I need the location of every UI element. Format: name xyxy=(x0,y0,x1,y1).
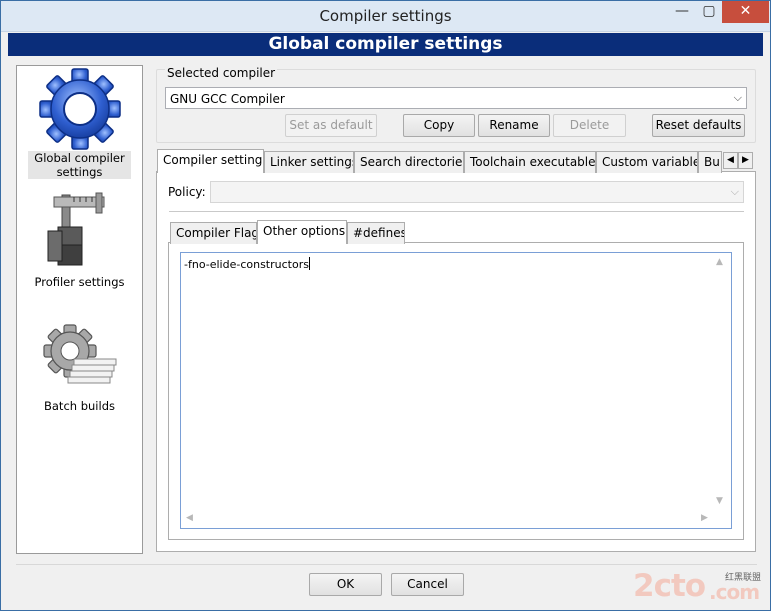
ok-button[interactable]: OK xyxy=(309,573,382,596)
maximize-button[interactable]: ▢ xyxy=(696,1,722,23)
page-title: Global compiler settings xyxy=(8,33,763,56)
tab-search-directories[interactable]: Search directories xyxy=(354,151,464,173)
tab-compiler-flags[interactable]: Compiler Flags xyxy=(170,222,257,244)
copy-button[interactable]: Copy xyxy=(403,114,475,137)
sidebar-item-label: Profiler settings xyxy=(34,275,125,289)
text-caret xyxy=(308,257,310,270)
compiler-settings-window: Compiler settings — ▢ ✕ Global compiler … xyxy=(0,0,771,611)
tab-scroll-left-icon[interactable]: ◀ xyxy=(723,152,738,169)
tab-compiler-settings[interactable]: Compiler settings xyxy=(157,149,264,173)
tab-build-options[interactable]: Bui xyxy=(698,151,722,173)
rename-button[interactable]: Rename xyxy=(478,114,550,137)
batch-gear-icon xyxy=(42,324,116,384)
window-title: Compiler settings xyxy=(319,7,452,25)
compiler-select-value: GNU GCC Compiler xyxy=(170,92,285,106)
delete-button[interactable]: Delete xyxy=(553,114,626,137)
tab-scroll-right-icon[interactable]: ▶ xyxy=(738,152,753,169)
compiler-select[interactable]: GNU GCC Compiler ⌵ xyxy=(165,87,747,109)
policy-label: Policy: xyxy=(168,185,206,199)
close-button[interactable]: ✕ xyxy=(722,1,769,23)
policy-select[interactable]: ⌵ xyxy=(210,181,744,203)
sidebar-item-label: Batch builds xyxy=(44,399,115,413)
tab-custom-variables[interactable]: Custom variables xyxy=(596,151,698,173)
tab-other-options[interactable]: Other options xyxy=(257,220,347,244)
scroll-left-icon[interactable]: ◀ xyxy=(186,513,193,523)
scroll-right-icon[interactable]: ▶ xyxy=(701,513,708,523)
scroll-down-icon[interactable]: ▼ xyxy=(716,496,723,506)
chevron-down-icon: ⌵ xyxy=(730,185,739,198)
title-bar[interactable]: Compiler settings — ▢ ✕ xyxy=(1,1,770,32)
cancel-button[interactable]: Cancel xyxy=(391,573,464,596)
divider xyxy=(169,211,744,212)
minimize-button[interactable]: — xyxy=(668,1,696,23)
sidebar-item-global-compiler[interactable]: Global compiler settings xyxy=(28,67,131,179)
other-options-editor[interactable]: -fno-elide-constructors ▲ ▼ ◀ ▶ xyxy=(180,252,732,529)
editor-content: -fno-elide-constructors xyxy=(184,258,309,271)
editor-text-line: -fno-elide-constructors xyxy=(184,257,310,271)
selected-compiler-label: Selected compiler xyxy=(165,66,278,80)
tab-linker-settings[interactable]: Linker settings xyxy=(264,151,354,173)
gear-icon xyxy=(38,68,121,150)
set-as-default-button[interactable]: Set as default xyxy=(285,114,377,137)
tab-defines[interactable]: #defines xyxy=(347,222,405,244)
watermark-main: 2cto xyxy=(633,568,706,604)
watermark-domain: .com xyxy=(709,580,760,604)
chevron-down-icon: ⌵ xyxy=(733,91,742,104)
watermark-logo: 2cto 红黑联盟 .com xyxy=(633,568,770,608)
reset-defaults-button[interactable]: Reset defaults xyxy=(652,114,745,137)
sidebar-item-profiler[interactable]: Profiler settings xyxy=(28,191,131,289)
scroll-up-icon[interactable]: ▲ xyxy=(716,257,723,267)
footer-divider xyxy=(16,564,757,565)
tab-toolchain-executables[interactable]: Toolchain executables xyxy=(464,151,596,173)
sidebar-item-batch-builds[interactable]: Batch builds xyxy=(28,323,131,413)
caliper-icon xyxy=(47,192,104,266)
sidebar-item-label: Global compiler settings xyxy=(28,151,131,179)
